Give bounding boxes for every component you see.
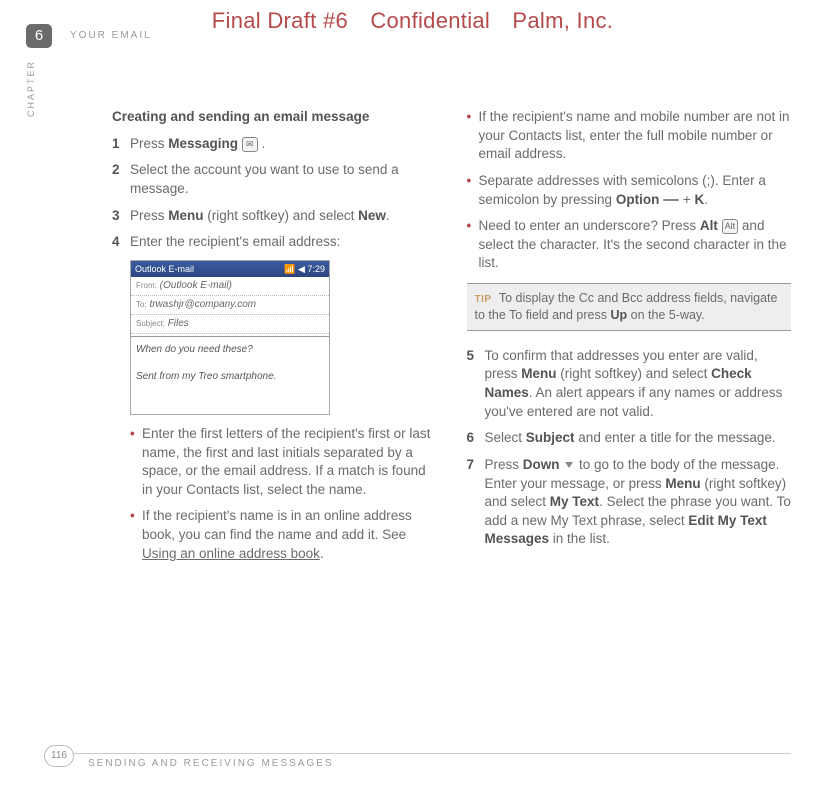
cross-reference-link[interactable]: Using an online address book (142, 546, 320, 561)
step-number: 2 (112, 161, 130, 198)
step-7: 7 Press Down to go to the body of the me… (467, 456, 792, 549)
down-arrow-icon (565, 462, 573, 468)
option-key-icon (663, 199, 679, 201)
step-text: Enter the recipient's email address: (130, 233, 437, 252)
left-column: Creating and sending an email message 1 … (112, 108, 437, 571)
screenshot-titlebar: Outlook E-mail 📶 ◀ 7:29 (131, 261, 329, 277)
right-column: If the recipient's name and mobile numbe… (467, 108, 792, 571)
steps-list-right: 5 To confirm that addresses you enter ar… (467, 347, 792, 549)
messaging-icon: ✉ (242, 137, 258, 152)
screenshot-from-row: From: (Outlook E-mail) (131, 277, 329, 296)
embedded-screenshot: Outlook E-mail 📶 ◀ 7:29 From: (Outlook E… (130, 260, 330, 415)
step-text: Press Menu (right softkey) and select Ne… (130, 207, 437, 226)
sub-bullets-left: Enter the first letters of the recipient… (130, 425, 437, 563)
bullet-item: Need to enter an underscore? Press Alt A… (467, 217, 792, 273)
sub-bullets-right: If the recipient's name and mobile numbe… (467, 108, 792, 273)
page-footer: 116 SENDING AND RECEIVING MESSAGES (44, 753, 791, 769)
page-number: 116 (44, 745, 74, 767)
screenshot-to-row: To: trwashjr@company.com (131, 296, 329, 315)
step-text: Select the account you want to use to se… (130, 161, 437, 198)
step-6: 6 Select Subject and enter a title for t… (467, 429, 792, 448)
running-header: YOUR EMAIL (70, 30, 152, 41)
step-number: 7 (467, 456, 485, 549)
bullet-item: If the recipient's name is in an online … (130, 507, 437, 563)
step-1: 1 Press Messaging ✉ . (112, 135, 437, 154)
bullet-item: If the recipient's name and mobile numbe… (467, 108, 792, 164)
step-text: Press Down to go to the body of the mess… (485, 456, 792, 549)
step-number: 4 (112, 233, 130, 252)
step-number: 6 (467, 429, 485, 448)
step-text: Select Subject and enter a title for the… (485, 429, 792, 448)
chapter-number-badge: 6 (26, 24, 52, 48)
step-text: Press Messaging ✉ . (130, 135, 437, 154)
step-4: 4 Enter the recipient's email address: (112, 233, 437, 252)
screenshot-body: When do you need these? Sent from my Tre… (131, 339, 329, 414)
section-heading: Creating and sending an email message (112, 108, 437, 127)
step-5: 5 To confirm that addresses you enter ar… (467, 347, 792, 422)
chapter-label-vertical: CHAPTER (26, 60, 36, 117)
screenshot-app-name: Outlook E-mail (135, 263, 194, 275)
bullet-item: Separate addresses with semicolons (;). … (467, 172, 792, 209)
screenshot-status-icons: 📶 ◀ 7:29 (284, 263, 325, 275)
footer-section-title: SENDING AND RECEIVING MESSAGES (88, 758, 334, 769)
step-number: 1 (112, 135, 130, 154)
alt-key-icon: Alt (722, 219, 739, 234)
screenshot-subject-row: Subject: Files (131, 315, 329, 334)
steps-list-left: 1 Press Messaging ✉ . 2 Select the accou… (112, 135, 437, 252)
bullet-item: Enter the first letters of the recipient… (130, 425, 437, 500)
step-number: 3 (112, 207, 130, 226)
step-3: 3 Press Menu (right softkey) and select … (112, 207, 437, 226)
content-columns: Creating and sending an email message 1 … (112, 108, 791, 571)
step-text: To confirm that addresses you enter are … (485, 347, 792, 422)
step-2: 2 Select the account you want to use to … (112, 161, 437, 198)
tip-label: TIP (475, 294, 492, 305)
tip-callout: TIP To display the Cc and Bcc address fi… (467, 283, 792, 331)
step-number: 5 (467, 347, 485, 422)
